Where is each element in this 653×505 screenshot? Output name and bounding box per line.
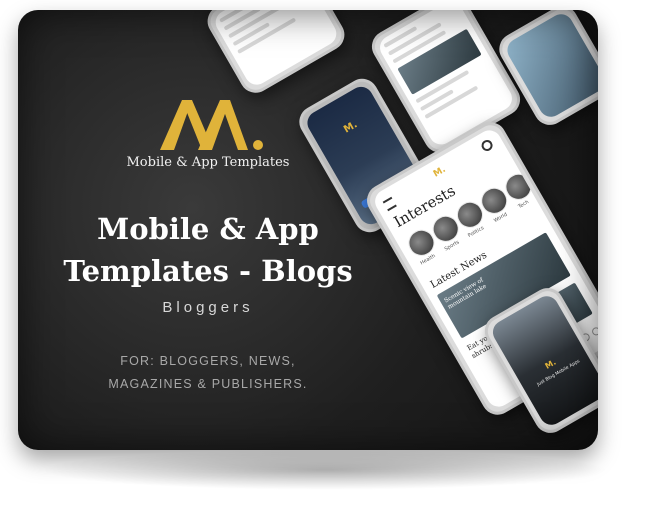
hero-title: Mobile & App Templates - Blogs	[18, 208, 398, 292]
share-icon[interactable]	[590, 325, 598, 337]
app-logo-icon: M.	[543, 357, 558, 371]
app-logo-icon: M.	[431, 164, 448, 180]
search-icon[interactable]	[479, 137, 495, 154]
hero-title-line-2: Templates - Blogs	[63, 254, 353, 288]
phone-mockup-top-left	[201, 10, 351, 99]
phone-screen	[211, 10, 341, 90]
hero-title-line-1: Mobile & App	[97, 212, 319, 246]
menu-icon[interactable]	[382, 196, 397, 212]
brand-logo-icon	[160, 100, 263, 150]
small-screen-title: Just Blog Mobile Apps	[536, 359, 581, 388]
audience-line-2: MAGAZINES & PUBLISHERS.	[108, 377, 308, 391]
category-label: Tech	[517, 199, 530, 211]
audience-line-1: FOR: BLOGGERS, NEWS,	[120, 354, 296, 368]
hero-subtitle: Bloggers	[162, 299, 254, 316]
promo-card: Mobile & App Templates Mobile & App Temp…	[18, 10, 598, 450]
card-shadow	[40, 450, 610, 490]
app-logo-icon: M.	[342, 119, 360, 136]
audience-text: FOR: BLOGGERS, NEWS, MAGAZINES & PUBLISH…	[18, 350, 398, 396]
